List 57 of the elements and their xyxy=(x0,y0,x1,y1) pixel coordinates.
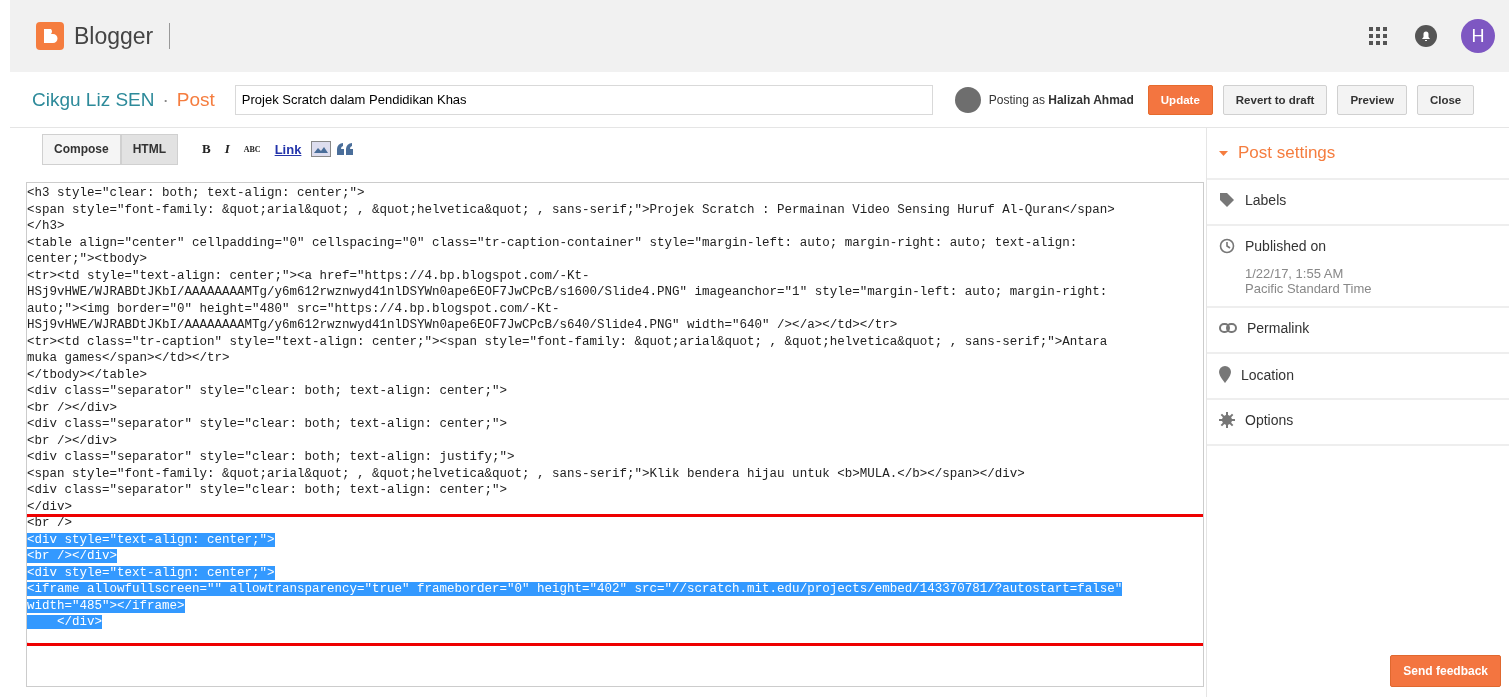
brand-name: Blogger xyxy=(74,23,171,49)
post-title-field[interactable]: Projek Scratch dalam Pendidikan Khas xyxy=(234,84,933,115)
account-avatar[interactable]: H xyxy=(1461,19,1495,53)
published-date-text: 1/22/17, 1:55 AM xyxy=(1245,266,1345,281)
post-action-button[interactable]: Close xyxy=(1416,84,1475,115)
blog-name[interactable]: Cikgu Liz SEN xyxy=(32,88,155,111)
code-line: <div class="separator" style="clear: both; text-align: center;"> xyxy=(27,483,508,497)
apps-grid-icon[interactable] xyxy=(1369,27,1387,45)
settings-item[interactable]: Location xyxy=(1241,366,1294,383)
mode-tab[interactable]: Compose xyxy=(42,133,121,165)
code-line: muka games</span></td></tr> xyxy=(27,351,230,365)
code-line: HSj9vHWE/WJRABDtJKbI/AAAAAAAAMTg/y6m612rwznwyd41nlDSYWn0ape6EOF7JwCPcB/s640/Slide4.PNG" width="640" /></a></td></tr> xyxy=(27,318,898,332)
italic-button[interactable]: I xyxy=(220,139,234,159)
bold-button[interactable]: B xyxy=(198,139,215,159)
code-line: <span style="font-family: &quot;arial&quot; , &quot;helvetica&quot; , sans-serif;">Projek Scratch : Permainan Video Sensing Huruf Al-Quran</span> xyxy=(27,202,1115,217)
post-action-button[interactable]: Preview xyxy=(1337,84,1407,115)
html-editor[interactable] xyxy=(26,182,1204,687)
location-pin-icon xyxy=(1219,366,1231,383)
post-action-button[interactable]: Revert to draft xyxy=(1222,84,1328,115)
clock-icon xyxy=(1219,238,1235,254)
section-title: Post xyxy=(176,88,215,111)
author-avatar xyxy=(954,86,981,113)
link-icon xyxy=(1219,323,1237,333)
link-button[interactable]: Link xyxy=(270,139,306,159)
settings-item[interactable]: Options xyxy=(1245,412,1294,428)
code-line: <tr><td class="tr-caption" style="text-align: center;"><span style="font-family: &quot;arial&quot; , &quot;helvetica&quot; , sans-serif;">Antara xyxy=(27,334,1108,349)
tag-icon xyxy=(1219,192,1235,208)
code-line: <table align="center" cellpadding="0" cellspacing="0" class="tr-caption-container" style="margin-left: auto; margin-right: auto; text-align: xyxy=(27,235,1078,250)
spell-button[interactable]: ABC xyxy=(239,142,265,156)
caret-icon[interactable] xyxy=(1219,150,1228,156)
code-line: <br /></div> xyxy=(27,400,117,415)
mode-tab[interactable]: HTML xyxy=(120,133,178,165)
code-line: <div class="separator" style="clear: both; text-align: justify;"> xyxy=(27,450,515,464)
separator-dot: · xyxy=(162,88,169,111)
published-date-text: Pacific Standard Time xyxy=(1245,281,1373,296)
code-line: <div class="separator" style="clear: both; text-align: center;"> xyxy=(27,384,508,398)
image-icon[interactable] xyxy=(311,141,332,157)
posting-as-text: Posting as Halizah Ahmad xyxy=(988,92,1134,107)
code-line: <br /></div> xyxy=(27,433,117,448)
code-line: center;"><tbody> xyxy=(27,252,148,266)
quote-icon[interactable] xyxy=(337,143,354,155)
code-line: HSj9vHWE/WJRABDtJKbI/AAAAAAAAMTg/y6m612rwznwyd41nlDSYWn0ape6EOF7JwCPcB/s1600/Slide4.PNG" imageanchor="1" style="margin-left: auto; margin-right: xyxy=(27,285,1108,299)
settings-item[interactable]: Permalink xyxy=(1247,320,1310,336)
code-line: <h3 style="clear: both; text-align: center;"> xyxy=(27,186,365,200)
code-line: <br /> xyxy=(27,516,72,530)
settings-icon xyxy=(1219,412,1235,428)
code-line: <tr><td style="text-align: center;"><a href="https://4.bp.blogspot.com/-Kt- xyxy=(27,268,590,283)
code-line: </tbody></table> xyxy=(27,367,148,382)
settings-item[interactable]: Labels xyxy=(1245,192,1287,208)
code-line: </h3> xyxy=(27,219,65,233)
notification-bell-icon[interactable] xyxy=(1415,25,1437,47)
code-line: <div class="separator" style="clear: both; text-align: center;"> xyxy=(27,417,508,431)
blogger-logo-icon xyxy=(36,22,64,50)
code-line: auto;"><img border="0" height="480" src="https://4.bp.blogspot.com/-Kt- xyxy=(27,301,560,316)
code-line: </div> xyxy=(27,499,72,514)
settings-item[interactable]: Published on xyxy=(1245,238,1326,254)
code-line: <span style="font-family: &quot;arial&quot; , &quot;helvetica&quot; , sans-serif;">Klik bendera hijau untuk <b>MULA.</b></span></div> xyxy=(27,466,1025,481)
